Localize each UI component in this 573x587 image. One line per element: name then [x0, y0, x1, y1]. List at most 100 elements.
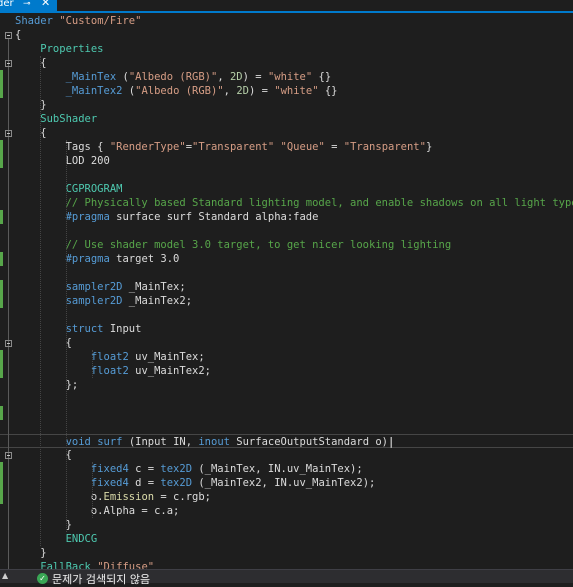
code-token: fixed4 [90, 477, 129, 489]
change-marker [0, 462, 3, 504]
code-line-text: _MainTex2 ("Albedo (RGB)", 2D) = "white"… [15, 84, 338, 98]
code-token: "Transparent" [192, 141, 275, 153]
code-line[interactable]: { [0, 56, 573, 70]
code-token: #pragma [65, 211, 110, 223]
change-marker [0, 140, 3, 168]
code-token: } [15, 519, 72, 531]
code-token: | [388, 436, 395, 448]
pin-icon[interactable]: ⊸ [23, 0, 31, 9]
fold-range-line [8, 67, 9, 105]
scroll-up-arrow-icon[interactable]: ▲ [2, 571, 8, 580]
code-line[interactable]: Shader "Custom/Fire" [0, 14, 573, 28]
code-line[interactable] [0, 168, 573, 182]
code-token: uv_MainTex; [128, 351, 205, 363]
code-token: sampler2D [65, 281, 123, 293]
code-line-text: Tags { "RenderType"="Transparent" "Queue… [15, 140, 433, 154]
code-line[interactable]: ENDCG [0, 532, 573, 546]
code-token: 2D [229, 71, 243, 83]
code-line[interactable]: #pragma target 3.0 [0, 252, 573, 266]
code-line[interactable]: SubShader [0, 112, 573, 126]
code-token: "RenderType" [109, 141, 186, 153]
code-line[interactable]: #pragma surface surf Standard alpha:fade [0, 210, 573, 224]
change-marker [0, 70, 3, 98]
code-line[interactable]: CGPROGRAM [0, 182, 573, 196]
code-token: Input [103, 323, 142, 335]
code-line[interactable]: LOD 200 [0, 154, 573, 168]
code-line[interactable]: } [0, 518, 573, 532]
code-line-text: float2 uv_MainTex2; [15, 364, 211, 378]
fold-toggle-icon[interactable] [5, 32, 12, 39]
close-icon[interactable]: ✕ [41, 0, 50, 8]
code-line[interactable]: }; [0, 378, 573, 392]
code-line-text: o.Emission = c.rgb; [15, 490, 211, 504]
code-line[interactable]: FallBack "Diffuse" [0, 560, 573, 569]
code-line[interactable]: sampler2D _MainTex; [0, 280, 573, 294]
code-line-text: sampler2D _MainTex2; [15, 294, 192, 308]
code-line[interactable] [0, 392, 573, 406]
code-token: #pragma [65, 253, 110, 265]
code-token: _MainTex2; [122, 295, 193, 307]
code-token: target 3.0 [109, 253, 180, 265]
code-line[interactable] [0, 406, 573, 420]
code-line-text: Properties [15, 42, 103, 56]
code-token: = [324, 141, 344, 153]
code-line[interactable]: void surf (Input IN, inout SurfaceOutput… [0, 434, 573, 448]
code-token: float2 [90, 365, 129, 377]
code-token: {} [318, 85, 338, 97]
code-token: d = [128, 477, 161, 489]
code-line[interactable]: } [0, 546, 573, 560]
fold-toggle-icon[interactable] [5, 452, 12, 459]
code-token: "Queue" [280, 141, 325, 153]
document-tab[interactable]: der ⊸ ✕ [0, 0, 57, 11]
code-token: "Albedo (RGB)" [135, 85, 224, 97]
code-token: float2 [90, 351, 129, 363]
code-line[interactable]: { [0, 336, 573, 350]
code-editor[interactable]: Shader "Custom/Fire"{ Properties { _Main… [0, 13, 573, 569]
code-line[interactable]: fixed4 d = tex2D (_MainTex2, IN.uv_MainT… [0, 476, 573, 490]
code-line[interactable]: sampler2D _MainTex2; [0, 294, 573, 308]
code-token: uv_MainTex2; [128, 365, 211, 377]
code-token: , [217, 71, 230, 83]
change-marker [0, 406, 3, 420]
code-line[interactable]: { [0, 28, 573, 42]
code-line-text: { [15, 28, 21, 42]
code-line-text: void surf (Input IN, inout SurfaceOutput… [15, 435, 395, 449]
code-line[interactable]: struct Input [0, 322, 573, 336]
fold-toggle-icon[interactable] [5, 130, 12, 137]
code-line[interactable]: _MainTex ("Albedo (RGB)", 2D) = "white" … [0, 70, 573, 84]
code-line[interactable] [0, 266, 573, 280]
code-line[interactable]: { [0, 448, 573, 462]
code-line[interactable]: o.Alpha = c.a; [0, 504, 573, 518]
document-tab-strip: der ⊸ ✕ [0, 0, 573, 13]
code-line-text: fixed4 c = tex2D (_MainTex, IN.uv_MainTe… [15, 462, 363, 476]
code-line[interactable]: // Use shader model 3.0 target, to get n… [0, 238, 573, 252]
code-line[interactable]: } [0, 98, 573, 112]
code-line[interactable]: fixed4 c = tex2D (_MainTex, IN.uv_MainTe… [0, 462, 573, 476]
code-line-text: { [15, 336, 72, 350]
fold-toggle-icon[interactable] [5, 60, 12, 67]
code-line-text: Shader "Custom/Fire" [15, 14, 141, 28]
code-token: surface surf Standard alpha:fade [109, 211, 319, 223]
code-line[interactable]: float2 uv_MainTex2; [0, 364, 573, 378]
code-line[interactable]: _MainTex2 ("Albedo (RGB)", 2D) = "white"… [0, 84, 573, 98]
code-line-text: fixed4 d = tex2D (_MainTex2, IN.uv_MainT… [15, 476, 375, 490]
code-token: Shader [15, 15, 60, 27]
code-line[interactable]: { [0, 126, 573, 140]
indent-guide [66, 140, 67, 532]
code-line-text: _MainTex ("Albedo (RGB)", 2D) = "white" … [15, 70, 332, 84]
code-line[interactable]: o.Emission = c.rgb; [0, 490, 573, 504]
code-token: { [15, 29, 22, 41]
code-token: _MainTex [65, 71, 117, 83]
code-line[interactable]: Tags { "RenderType"="Transparent" "Queue… [0, 140, 573, 154]
code-line[interactable]: float2 uv_MainTex; [0, 350, 573, 364]
code-line[interactable]: Properties [0, 42, 573, 56]
code-line[interactable] [0, 420, 573, 434]
code-line[interactable]: // Physically based Standard lighting mo… [0, 196, 573, 210]
code-token: // Physically based Standard lighting mo… [15, 197, 573, 209]
fold-toggle-icon[interactable] [5, 340, 12, 347]
code-token: _MainTex; [122, 281, 186, 293]
code-line[interactable] [0, 308, 573, 322]
code-token: } [15, 547, 47, 559]
code-line[interactable] [0, 224, 573, 238]
